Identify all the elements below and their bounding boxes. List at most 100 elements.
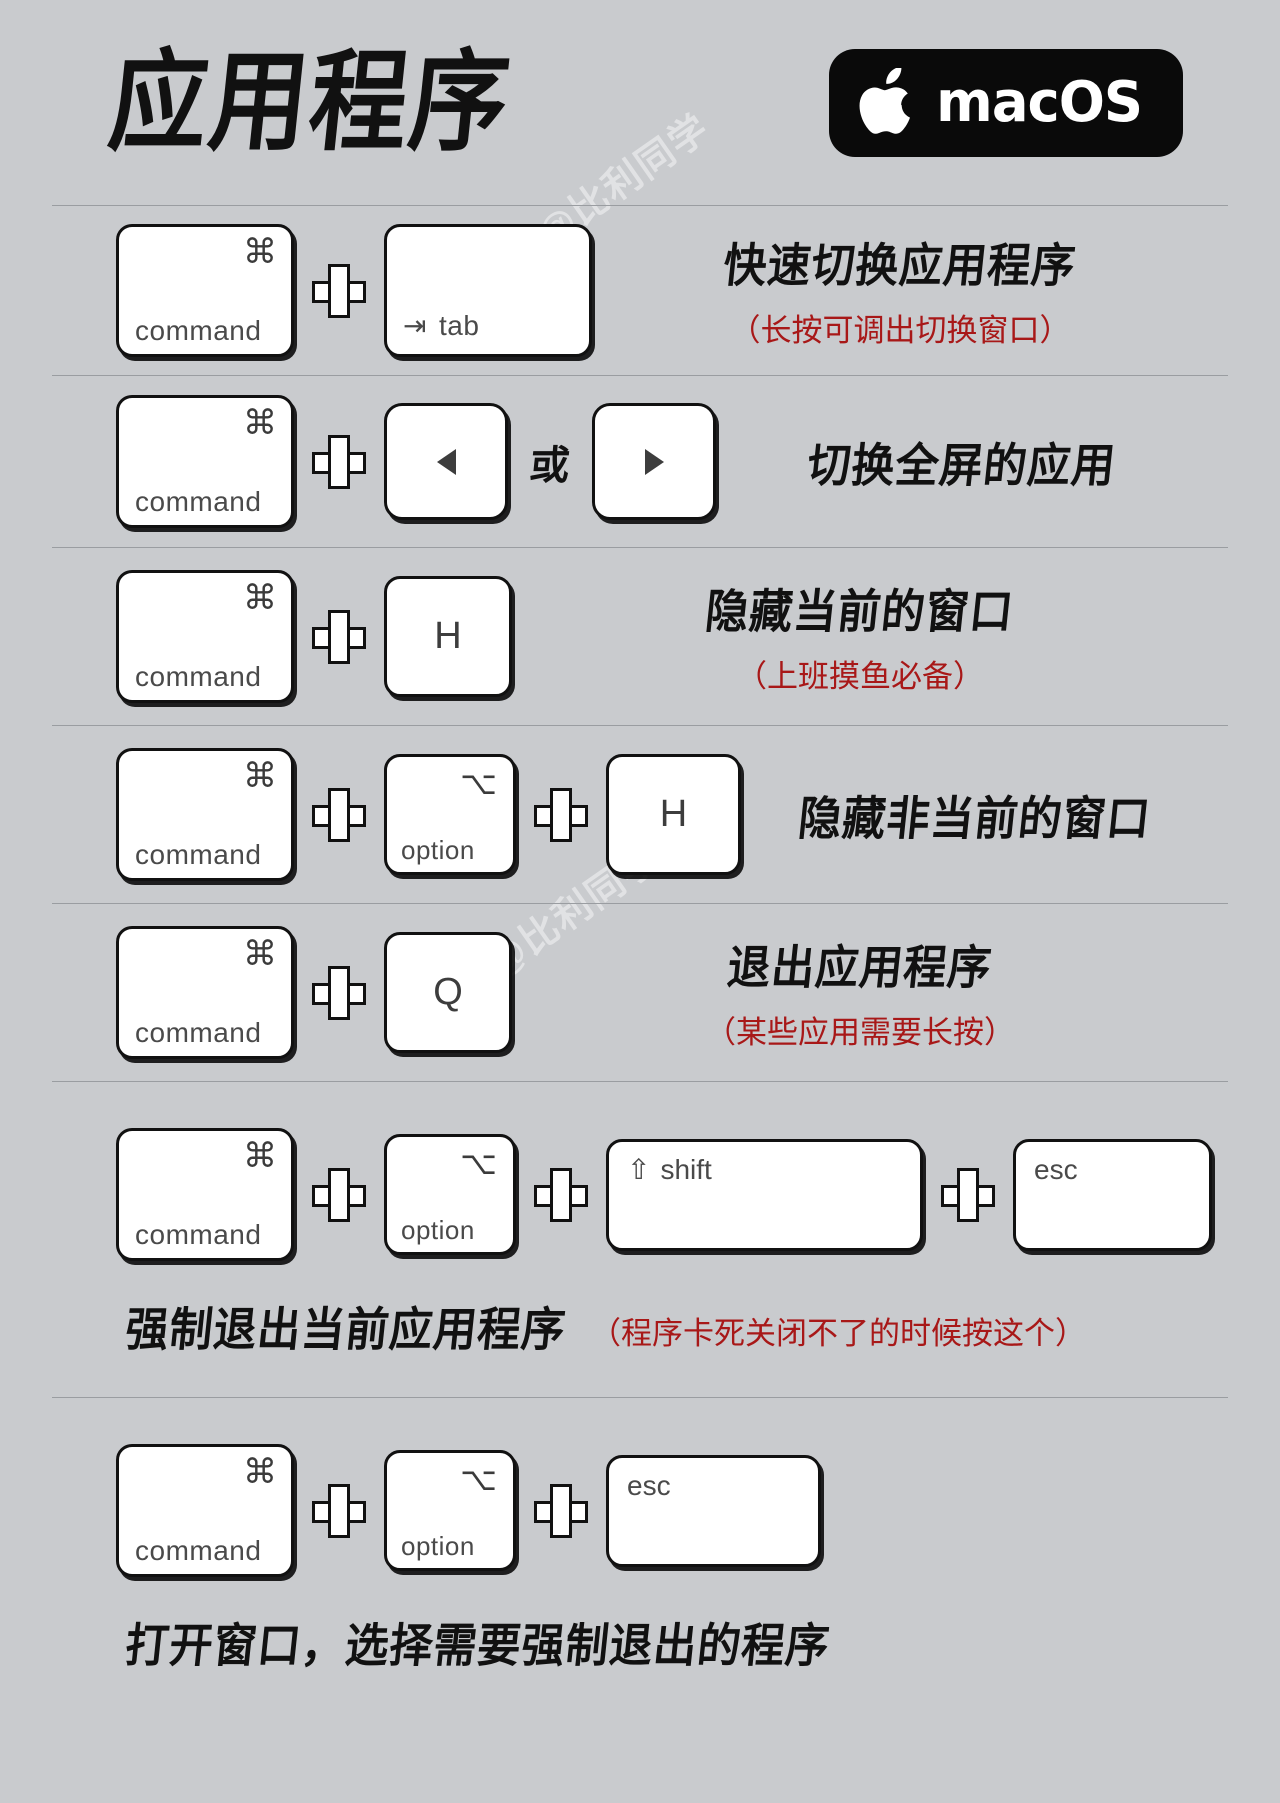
- row-description: 隐藏非当前的窗口: [741, 784, 1228, 846]
- row-description: 退出应用程序 （某些应用需要长按）: [512, 933, 1228, 1052]
- shift-symbol-icon: ⇧: [627, 1153, 651, 1185]
- key-label: command: [135, 1535, 262, 1566]
- description-note: （长按可调出切换窗口）: [729, 313, 1071, 348]
- key-label: command: [135, 1219, 262, 1250]
- key-option: ⌥ option: [384, 754, 516, 875]
- command-symbol-icon: ⌘: [243, 578, 277, 618]
- key-label: option: [401, 835, 475, 865]
- row-description: 快速切换应用程序 （长按可调出切换窗口）: [592, 231, 1228, 350]
- key-label: option: [401, 1215, 475, 1245]
- description-text: 强制退出当前应用程序: [122, 1303, 569, 1358]
- page-title: 应用程序: [103, 38, 517, 167]
- key-h: H: [384, 576, 512, 697]
- tab-symbol-icon: ⇥: [403, 310, 427, 341]
- key-command: ⌘ command: [116, 1128, 294, 1261]
- plus-icon: [534, 787, 588, 842]
- description-text: 快速切换应用程序: [720, 239, 1079, 294]
- plus-icon: [534, 1483, 588, 1538]
- key-combo: ⌘ command ⌥ option H: [52, 748, 741, 881]
- command-symbol-icon: ⌘: [243, 756, 277, 796]
- key-command: ⌘ command: [116, 570, 294, 703]
- key-h: H: [606, 754, 741, 875]
- description-text: 隐藏非当前的窗口: [795, 791, 1153, 846]
- shortcut-row-hide-current-window: ⌘ command H 隐藏当前的窗口 （上班摸鱼必备）: [52, 547, 1228, 725]
- key-label-group: ⇧ shift: [627, 1153, 712, 1185]
- description-text: 打开窗口，选择需要强制退出的程序: [122, 1619, 833, 1674]
- shortcut-row-switch-apps: ⌘ command ⇥ tab 快速切换应用程序 （长按可调出切换窗口）: [52, 205, 1228, 375]
- command-symbol-icon: ⌘: [243, 403, 277, 443]
- command-symbol-icon: ⌘: [243, 1136, 277, 1176]
- shortcut-row-hide-other-windows: ⌘ command ⌥ option H 隐藏非当前的窗口: [52, 725, 1228, 903]
- key-label: command: [135, 1017, 262, 1048]
- key-combo: ⌘ command ⌥ option esc: [116, 1398, 1228, 1577]
- plus-icon: [941, 1167, 995, 1222]
- key-combo: ⌘ command Q: [52, 926, 512, 1059]
- arrow-left-icon: [387, 406, 505, 517]
- key-combo: ⌘ command 或: [52, 395, 716, 528]
- command-symbol-icon: ⌘: [243, 1452, 277, 1492]
- key-label: command: [135, 486, 262, 517]
- key-label: option: [401, 1531, 475, 1561]
- key-command: ⌘ command: [116, 1444, 294, 1577]
- plus-icon: [534, 1167, 588, 1222]
- command-symbol-icon: ⌘: [243, 232, 277, 272]
- key-shift: ⇧ shift: [606, 1138, 923, 1251]
- key-combo: ⌘ command H: [52, 570, 512, 703]
- option-symbol-icon: ⌥: [460, 1144, 497, 1182]
- plus-icon: [312, 787, 366, 842]
- description-note: （上班摸鱼必备）: [736, 659, 984, 694]
- command-symbol-icon: ⌘: [243, 934, 277, 974]
- key-combo: ⌘ command ⌥ option ⇧ shift esc: [116, 1082, 1228, 1261]
- description-note: （程序卡死关闭不了的时候按这个）: [590, 1316, 1086, 1351]
- key-command: ⌘ command: [116, 748, 294, 881]
- row-description: 隐藏当前的窗口 （上班摸鱼必备）: [512, 577, 1228, 696]
- arrow-right-icon: [595, 406, 713, 517]
- key-command: ⌘ command: [116, 395, 294, 528]
- key-tab: ⇥ tab: [384, 224, 592, 357]
- key-label: tab: [438, 310, 480, 341]
- plus-icon: [312, 263, 366, 318]
- row-description: 切换全屏的应用: [716, 431, 1228, 493]
- shortcut-row-force-quit-current: ⌘ command ⌥ option ⇧ shift esc 强制退出当前应用程…: [52, 1081, 1228, 1397]
- key-label: esc: [1034, 1153, 1078, 1185]
- page-header: 应用程序 macOS: [52, 0, 1228, 205]
- description-text: 切换全屏的应用: [804, 438, 1119, 493]
- key-command: ⌘ command: [116, 926, 294, 1059]
- key-arrow-right: [592, 403, 716, 520]
- option-symbol-icon: ⌥: [460, 1460, 497, 1498]
- key-q: Q: [384, 932, 512, 1053]
- description-text: 隐藏当前的窗口: [702, 585, 1017, 640]
- plus-icon: [312, 609, 366, 664]
- infographic-page: @比利同学 @比利同学 应用程序 macOS ⌘ command ⇥ tab 快…: [52, 0, 1228, 1803]
- key-label: command: [135, 661, 262, 692]
- key-esc: esc: [606, 1454, 821, 1567]
- key-combo: ⌘ command ⇥ tab: [52, 224, 592, 357]
- key-option: ⌥ option: [384, 1134, 516, 1255]
- key-option: ⌥ option: [384, 1450, 516, 1571]
- plus-icon: [312, 1483, 366, 1538]
- shortcut-row-force-quit-window: ⌘ command ⌥ option esc 打开窗口，选择需要强制退出的程序: [52, 1397, 1228, 1713]
- plus-icon: [312, 1167, 366, 1222]
- key-arrow-left: [384, 403, 508, 520]
- macos-badge: macOS: [828, 48, 1183, 157]
- row-description: 强制退出当前应用程序 （程序卡死关闭不了的时候按这个）: [116, 1261, 1228, 1397]
- row-description: 打开窗口，选择需要强制退出的程序: [116, 1577, 1228, 1713]
- apple-logo-icon: [859, 67, 917, 138]
- or-separator: 或: [527, 442, 572, 489]
- key-label: esc: [627, 1469, 671, 1501]
- description-text: 退出应用程序: [724, 941, 995, 996]
- key-label: H: [659, 793, 688, 835]
- key-label: H: [434, 615, 462, 657]
- plus-icon: [312, 965, 366, 1020]
- key-label-group: ⇥ tab: [403, 312, 479, 340]
- key-label: command: [135, 839, 262, 870]
- key-esc: esc: [1013, 1138, 1212, 1251]
- shortcut-row-quit-app: ⌘ command Q 退出应用程序 （某些应用需要长按）: [52, 903, 1228, 1081]
- shortcut-row-switch-fullscreen: ⌘ command 或 切换全屏的应用: [52, 375, 1228, 547]
- option-symbol-icon: ⌥: [460, 764, 497, 802]
- description-note: （某些应用需要长按）: [705, 1015, 1015, 1050]
- key-label: command: [135, 315, 262, 346]
- key-label: shift: [660, 1153, 712, 1185]
- key-command: ⌘ command: [116, 224, 294, 357]
- macos-label: macOS: [935, 70, 1143, 135]
